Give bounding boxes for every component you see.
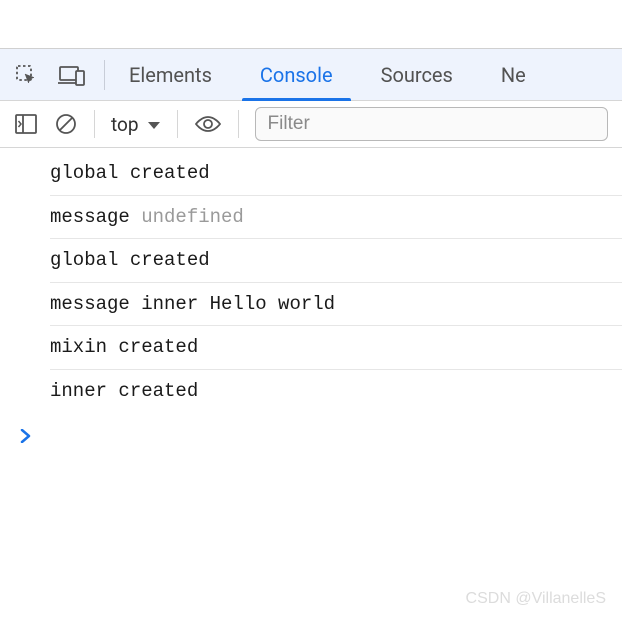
tab-sources[interactable]: Sources: [357, 49, 477, 101]
live-expression-icon[interactable]: [194, 114, 222, 134]
clear-console-icon[interactable]: [54, 112, 78, 136]
device-toolbar-icon[interactable]: [58, 63, 86, 87]
filter-input[interactable]: [255, 107, 608, 141]
devtools-tabs-bar: Elements Console Sources Ne: [0, 48, 622, 100]
console-toolbar: top: [0, 100, 622, 148]
log-row: global created: [50, 152, 622, 196]
toggle-sidebar-icon[interactable]: [14, 113, 38, 135]
context-selector[interactable]: top: [111, 113, 161, 136]
log-row: inner created: [50, 370, 622, 413]
context-label: top: [111, 113, 139, 136]
prompt-chevron-icon: [20, 427, 32, 448]
tab-elements[interactable]: Elements: [105, 49, 236, 101]
inspect-icon[interactable]: [14, 63, 38, 87]
tab-network[interactable]: Ne: [477, 49, 550, 101]
log-row: message inner Hello world: [50, 283, 622, 327]
log-row: message undefined: [50, 196, 622, 240]
log-row: mixin created: [50, 326, 622, 370]
console-output: global createdmessage undefinedglobal cr…: [0, 148, 622, 413]
watermark: CSDN @VillanelleS: [466, 590, 606, 608]
log-row: global created: [50, 239, 622, 283]
tab-console[interactable]: Console: [236, 49, 357, 101]
chevron-down-icon: [147, 113, 161, 136]
console-prompt[interactable]: [0, 413, 622, 448]
